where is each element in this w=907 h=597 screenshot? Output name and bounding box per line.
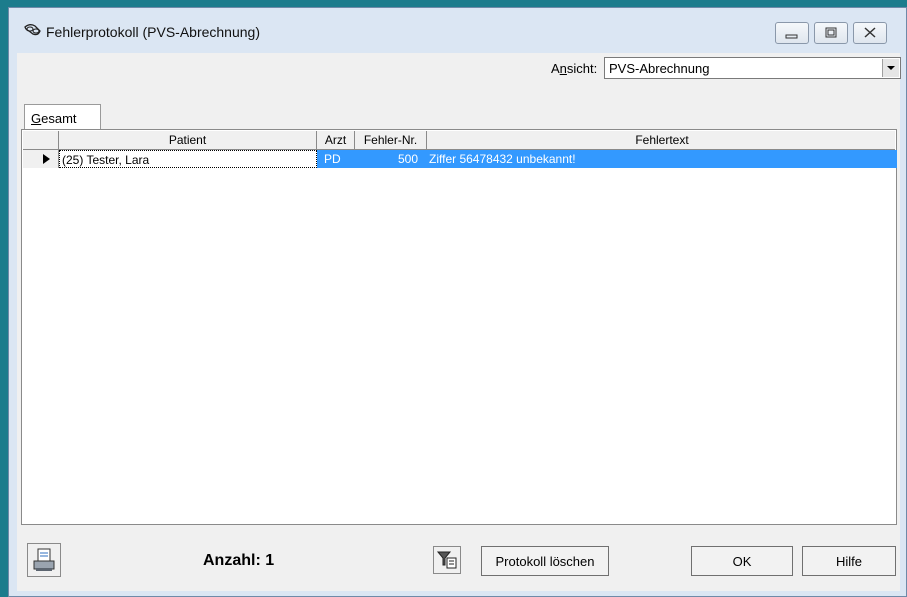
chevron-down-icon: [887, 66, 895, 70]
maximize-button[interactable]: [814, 22, 848, 44]
filter-button[interactable]: [433, 546, 461, 574]
grid-header: Patient Arzt Fehler-Nr. Fehlertext: [23, 131, 895, 150]
cell-fehler-nr[interactable]: 500: [355, 150, 427, 168]
row-indicator: [23, 150, 59, 168]
dropdown-arrow-button[interactable]: [882, 59, 899, 77]
help-button[interactable]: Hilfe: [802, 546, 896, 576]
cell-patient[interactable]: (25) Tester, Lara: [59, 150, 317, 168]
print-button[interactable]: [27, 543, 61, 577]
printer-icon: [33, 548, 55, 571]
view-label: Ansicht:: [551, 61, 598, 76]
error-grid[interactable]: Patient Arzt Fehler-Nr. Fehlertext (25) …: [21, 129, 897, 525]
row-indicator-header: [23, 131, 59, 149]
tab-label-text: Gesamt: [31, 111, 77, 126]
ok-button[interactable]: OK: [691, 546, 793, 576]
footer-bar: Anzahl: 1 Protokoll löschen OK Hilfe: [17, 525, 900, 591]
filter-icon: [436, 551, 457, 569]
delete-protocol-button[interactable]: Protokoll löschen: [481, 546, 609, 576]
column-header-fehler-nr[interactable]: Fehler-Nr.: [355, 131, 427, 149]
tab-label: Gesamt: [31, 111, 77, 126]
window-title: Fehlerprotokoll (PVS-Abrechnung): [46, 24, 260, 40]
dialog-client: Ansicht: PVS-Abrechnung Gesamt Patient A…: [17, 53, 901, 591]
tab-gesamt[interactable]: Gesamt: [24, 104, 101, 130]
record-count: Anzahl: 1: [203, 552, 275, 569]
view-select[interactable]: PVS-Abrechnung: [604, 57, 901, 79]
close-icon: [864, 27, 876, 38]
table-row[interactable]: (25) Tester, Lara PD 500 Ziffer 56478432…: [23, 150, 897, 168]
minimize-icon: [785, 34, 798, 39]
minimize-button[interactable]: [775, 22, 809, 44]
triangle-right-icon: [43, 154, 50, 164]
cell-fehlertext[interactable]: Ziffer 56478432 unbekannt!: [427, 150, 897, 168]
title-bar[interactable]: Fehlerprotokoll (PVS-Abrechnung): [9, 8, 906, 52]
window: Fehlerprotokoll (PVS-Abrechnung) Ansicht…: [8, 7, 907, 597]
restore-icon: [825, 27, 837, 38]
close-button[interactable]: [853, 22, 887, 44]
glasses-icon: [24, 24, 41, 36]
column-header-fehlertext[interactable]: Fehlertext: [427, 131, 897, 149]
cell-arzt[interactable]: PD: [317, 150, 355, 168]
view-select-value: PVS-Abrechnung: [609, 61, 710, 76]
column-header-arzt[interactable]: Arzt: [317, 131, 355, 149]
column-header-patient[interactable]: Patient: [59, 131, 317, 149]
